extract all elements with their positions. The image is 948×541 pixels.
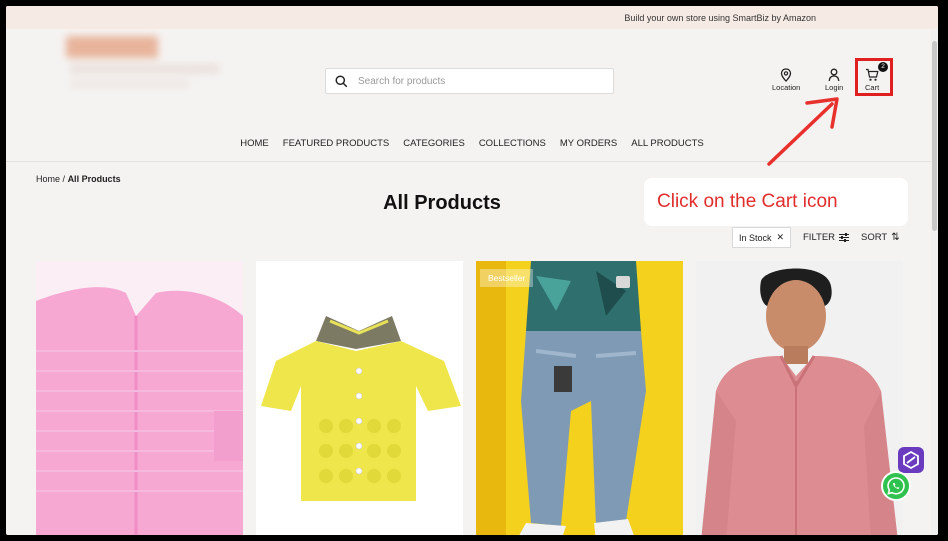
product-card[interactable]	[696, 261, 903, 535]
bestseller-badge: Bestseller	[480, 269, 534, 287]
login-label: Login	[825, 83, 844, 92]
sort-label: SORT	[861, 232, 888, 243]
login-button[interactable]: Login	[825, 68, 843, 92]
filter-label: FILTER	[803, 232, 836, 243]
filter-chip-in-stock[interactable]: In Stock ✕	[732, 227, 792, 248]
location-pin-icon	[781, 68, 792, 82]
product-image[interactable]	[36, 261, 243, 535]
product-card[interactable]	[256, 261, 463, 535]
breadcrumb: Home / All Products	[36, 174, 121, 184]
sort-button[interactable]: SORT ⇅	[861, 232, 900, 243]
product-image[interactable]	[256, 261, 463, 535]
breadcrumb-home[interactable]: Home	[36, 174, 60, 184]
close-icon[interactable]: ✕	[777, 232, 785, 243]
promo-text: Build your own store using SmartBiz by A…	[624, 12, 816, 23]
breadcrumb-separator: /	[62, 174, 66, 184]
nav-item-all-products[interactable]: ALL PRODUCTS	[631, 138, 704, 156]
location-label: Location	[772, 83, 801, 92]
search-icon[interactable]	[335, 74, 348, 88]
breadcrumb-current: All Products	[67, 174, 121, 184]
nav-item-home[interactable]: HOME	[240, 138, 269, 156]
main-nav: HOME FEATURED PRODUCTS CATEGORIES COLLEC…	[6, 138, 938, 156]
annotation-callout: Click on the Cart icon	[644, 178, 908, 226]
nav-divider	[6, 161, 938, 162]
cart-highlight-box	[855, 58, 893, 96]
location-button[interactable]: Location	[772, 68, 800, 92]
search-bar[interactable]	[325, 68, 614, 94]
search-input[interactable]	[358, 75, 578, 87]
product-card[interactable]	[36, 261, 243, 535]
nav-item-collections[interactable]: COLLECTIONS	[479, 138, 546, 156]
app-badge-icon[interactable]	[898, 447, 924, 473]
product-card[interactable]: Bestseller	[476, 261, 683, 535]
filter-chip-label: In Stock	[739, 232, 772, 243]
product-image[interactable]	[696, 261, 903, 535]
browser-viewport: Build your own store using SmartBiz by A…	[6, 6, 938, 535]
whatsapp-icon[interactable]	[881, 471, 911, 501]
scrollbar-thumb[interactable]	[932, 41, 937, 231]
annotation-callout-text: Click on the Cart icon	[657, 191, 838, 212]
nav-item-my-orders[interactable]: MY ORDERS	[560, 138, 617, 156]
product-image[interactable]	[476, 261, 683, 535]
promo-banner: Build your own store using SmartBiz by A…	[6, 6, 938, 29]
nav-item-featured-products[interactable]: FEATURED PRODUCTS	[283, 138, 389, 156]
sort-icon: ⇅	[891, 232, 900, 243]
user-icon	[828, 68, 840, 82]
store-logo[interactable]	[58, 34, 258, 109]
scrollbar[interactable]	[931, 29, 938, 535]
filter-button[interactable]: FILTER	[803, 232, 850, 243]
sliders-icon	[839, 233, 850, 242]
nav-item-categories[interactable]: CATEGORIES	[403, 138, 465, 156]
